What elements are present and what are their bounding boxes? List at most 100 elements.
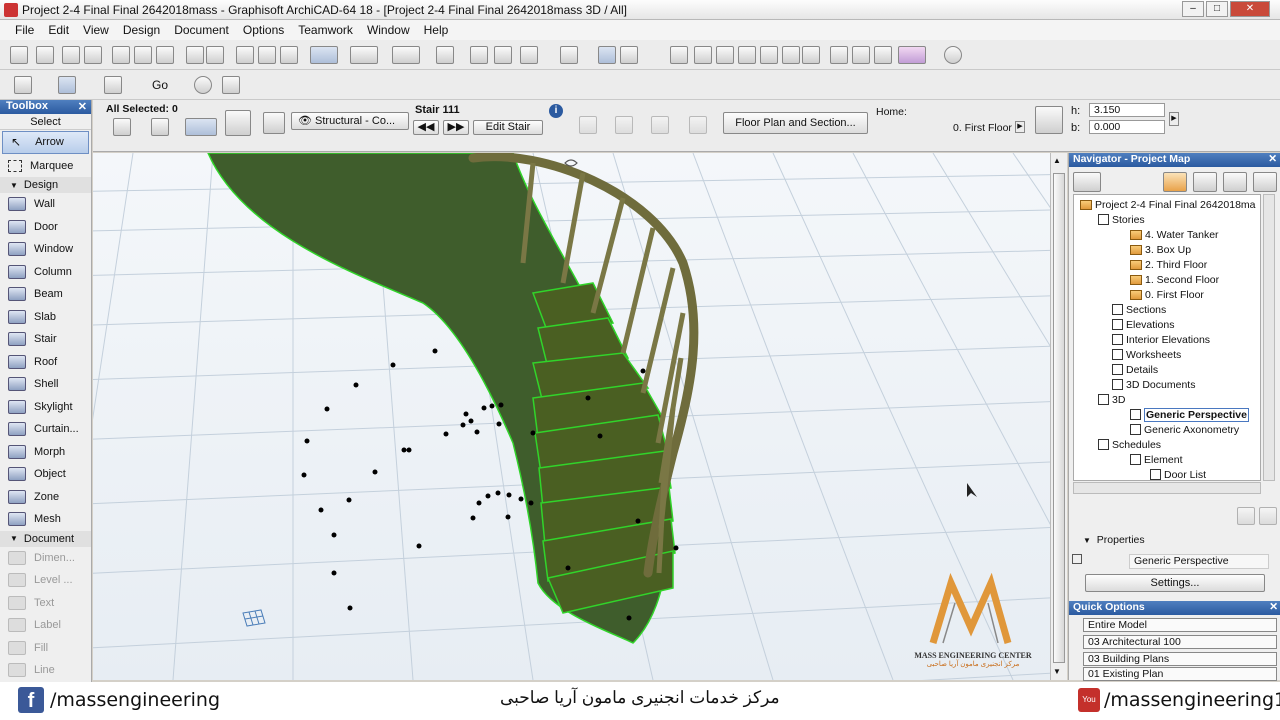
base-input[interactable]: 0.000 (1089, 120, 1165, 134)
level-tool[interactable]: Level ... (0, 569, 91, 592)
menu-view[interactable]: View (76, 23, 116, 37)
tree-story-4[interactable]: 4. Water Tanker (1130, 227, 1219, 242)
open-folder-icon[interactable] (36, 46, 54, 64)
next-button[interactable]: ▶▶ (443, 120, 469, 135)
undo-icon[interactable] (186, 46, 204, 64)
new-view-icon[interactable] (1237, 507, 1255, 525)
quick-option-scale[interactable]: 03 Architectural 100 (1083, 635, 1277, 649)
grid-icon[interactable] (436, 46, 454, 64)
3d-window-icon[interactable] (58, 76, 76, 94)
menu-help[interactable]: Help (417, 23, 456, 37)
layer-dropdown[interactable]: 👁 Structural - Co... (291, 112, 409, 130)
edit-icon[interactable] (263, 112, 285, 134)
scroll-down-icon[interactable]: ▼ (1053, 667, 1061, 676)
column-tool[interactable]: Column (0, 261, 91, 284)
pick-up-icon[interactable] (258, 46, 276, 64)
tree-story-0[interactable]: 0. First Floor (1130, 287, 1204, 302)
save-icon[interactable] (62, 46, 80, 64)
skylight-tool[interactable]: Skylight (0, 396, 91, 419)
tree-stories[interactable]: Stories (1098, 212, 1145, 227)
infobox-scroll-arrow-icon[interactable]: ▶ (1169, 112, 1179, 126)
fill-tool[interactable]: Fill (0, 637, 91, 660)
curtain-tool[interactable]: Curtain... (0, 418, 91, 441)
menu-design[interactable]: Design (116, 23, 167, 37)
slab-tool[interactable]: Slab (0, 306, 91, 329)
line-tool[interactable]: Line (0, 659, 91, 682)
roof-tool[interactable]: Roof (0, 351, 91, 374)
layout-book-icon[interactable] (1223, 172, 1247, 192)
tree-interior-elevations[interactable]: Interior Elevations (1112, 332, 1210, 347)
quick-option-renovation[interactable]: 01 Existing Plan (1083, 667, 1277, 681)
menu-file[interactable]: File (8, 23, 41, 37)
menu-window[interactable]: Window (360, 23, 417, 37)
tree-story-3[interactable]: 3. Box Up (1130, 242, 1191, 257)
viewport-scrollbar[interactable]: ▲ ▼ (1050, 153, 1067, 680)
quick-options-close-icon[interactable]: ✕ (1269, 601, 1278, 613)
table-icon[interactable] (620, 46, 638, 64)
settings-button[interactable]: Settings... (1085, 574, 1265, 592)
stair-settings-icon[interactable] (225, 110, 251, 136)
option-2-icon[interactable] (615, 116, 633, 134)
render-icon[interactable] (898, 46, 926, 64)
stair-tool[interactable]: Stair (0, 328, 91, 351)
tree-vertical-scrollbar[interactable] (1263, 194, 1275, 481)
tree-details[interactable]: Details (1112, 362, 1158, 377)
new-file-icon[interactable] (10, 46, 28, 64)
scroll-thumb[interactable] (1053, 173, 1065, 663)
tree-project[interactable]: Project 2-4 Final Final 2642018ma (1080, 197, 1256, 212)
project-map-icon[interactable] (1163, 172, 1187, 192)
tree-story-2[interactable]: 2. Third Floor (1130, 257, 1207, 272)
object-tool[interactable]: Object (0, 463, 91, 486)
tree-worksheets[interactable]: Worksheets (1112, 347, 1181, 362)
shell-tool[interactable]: Shell (0, 373, 91, 396)
print-icon[interactable] (84, 46, 102, 64)
spiral-stair[interactable] (207, 153, 699, 644)
marquee-method-icon[interactable] (151, 118, 169, 136)
option-1-icon[interactable] (579, 116, 597, 134)
ungroup-icon[interactable] (852, 46, 870, 64)
tree-schedules[interactable]: Schedules (1098, 437, 1161, 452)
quick-option-model-view[interactable]: Entire Model (1083, 618, 1277, 632)
find-select-icon[interactable] (236, 46, 254, 64)
trace-icon[interactable] (470, 46, 488, 64)
pick-icon[interactable] (185, 118, 217, 136)
tree-3d[interactable]: 3D (1098, 392, 1125, 407)
elevate-icon[interactable] (782, 46, 800, 64)
walk-icon[interactable] (222, 76, 240, 94)
beam-tool[interactable]: Beam (0, 283, 91, 306)
home-story[interactable]: 0. First Floor (953, 122, 1012, 134)
close-button[interactable]: ✕ (1230, 1, 1270, 17)
prev-button[interactable]: ◀◀ (413, 120, 439, 135)
navigator-popup-icon[interactable] (1073, 172, 1101, 192)
split-icon[interactable] (738, 46, 756, 64)
option-4-icon[interactable] (689, 116, 707, 134)
arrow-tool[interactable]: ↖ Arrow (2, 131, 89, 154)
tree-horizontal-scrollbar[interactable] (1073, 482, 1261, 494)
mesh-tool[interactable]: Mesh (0, 508, 91, 531)
dimen-tool[interactable]: Dimen... (0, 547, 91, 570)
maximize-button[interactable]: □ (1206, 1, 1228, 17)
menu-document[interactable]: Document (167, 23, 236, 37)
delete-view-icon[interactable] (1259, 507, 1277, 525)
layout-icon[interactable] (104, 76, 122, 94)
selection-method-icon[interactable] (113, 118, 131, 136)
document-section-header[interactable]: ▼ Document (0, 530, 91, 547)
tree-generic-perspective[interactable]: Generic Perspective (1130, 407, 1249, 422)
tree-generic-axonometry[interactable]: Generic Axonometry (1130, 422, 1239, 437)
group-icon[interactable] (830, 46, 848, 64)
scroll-up-icon[interactable]: ▲ (1053, 156, 1061, 165)
paste-icon[interactable] (156, 46, 174, 64)
zone-tool[interactable]: Zone (0, 486, 91, 509)
project-map-tree[interactable]: Project 2-4 Final Final 2642018ma Storie… (1073, 194, 1261, 481)
intersect-icon[interactable] (716, 46, 734, 64)
door-tool[interactable]: Door (0, 216, 91, 239)
text-tool[interactable]: Text (0, 592, 91, 615)
gravity-icon[interactable] (310, 46, 338, 64)
menu-edit[interactable]: Edit (41, 23, 76, 37)
explode-icon[interactable] (802, 46, 820, 64)
offset-icon[interactable] (494, 46, 512, 64)
height-input[interactable]: 3.150 (1089, 103, 1165, 117)
quick-option-layer-combo[interactable]: 03 Building Plans (1083, 652, 1277, 666)
lock-icon[interactable] (560, 46, 578, 64)
tree-door-list[interactable]: Door List (1150, 467, 1206, 480)
